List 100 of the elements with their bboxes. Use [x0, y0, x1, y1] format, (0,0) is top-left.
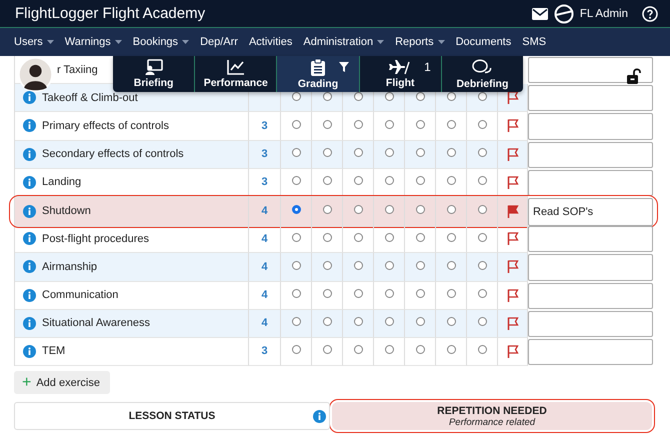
grade-radio[interactable] [354, 232, 362, 242]
grade-radio[interactable] [416, 120, 424, 129]
grade-radio[interactable] [292, 232, 300, 242]
grade-radio[interactable] [446, 205, 456, 214]
grade-radio[interactable] [292, 176, 300, 186]
info-icon[interactable] [23, 260, 36, 274]
grade-radio[interactable] [384, 205, 394, 214]
grade-radio[interactable] [416, 317, 424, 326]
comment-field[interactable] [528, 142, 653, 168]
grade-radio[interactable] [478, 176, 486, 186]
grade-radio[interactable] [446, 232, 456, 242]
nav-item[interactable]: Documents [456, 36, 512, 48]
grade-radio[interactable] [416, 260, 424, 270]
comment-field[interactable] [528, 254, 653, 280]
grade-radio[interactable] [322, 148, 332, 158]
grade-radio[interactable] [416, 289, 424, 298]
tab[interactable]: Briefing [113, 56, 196, 92]
comment-field[interactable] [528, 338, 653, 366]
grade-radio[interactable] [292, 317, 300, 326]
grade-radio[interactable] [478, 317, 486, 326]
grade-radio[interactable] [354, 176, 362, 186]
comment-field[interactable] [528, 113, 653, 140]
grade-radio[interactable] [354, 120, 362, 129]
grade-radio[interactable] [416, 148, 424, 158]
comment-field[interactable] [528, 226, 653, 252]
comment-field[interactable] [528, 310, 653, 337]
info-icon[interactable] [23, 344, 36, 358]
grade-radio[interactable] [384, 260, 394, 270]
nav-item[interactable]: Reports [395, 36, 445, 48]
grade-radio[interactable] [322, 205, 332, 214]
info-icon[interactable] [23, 148, 36, 161]
grade-radio[interactable] [292, 205, 300, 214]
nav-item[interactable]: Bookings [132, 36, 190, 48]
info-icon[interactable] [23, 316, 36, 330]
grade-radio[interactable] [292, 289, 300, 298]
comment-field[interactable] [528, 85, 653, 112]
grade-radio[interactable] [478, 148, 486, 158]
info-icon[interactable] [23, 176, 36, 189]
grade-radio[interactable] [322, 345, 332, 354]
grade-radio[interactable] [322, 317, 332, 326]
user-name[interactable]: FL Admin [580, 8, 628, 20]
comment-field[interactable] [528, 282, 653, 309]
tab[interactable]: Flight 1 [360, 56, 442, 92]
info-icon[interactable] [23, 91, 36, 104]
grade-radio[interactable] [446, 260, 456, 270]
grade-radio[interactable] [416, 205, 424, 214]
mail-icon[interactable] [532, 8, 548, 20]
grade-radio[interactable] [384, 289, 394, 298]
logo-icon[interactable] [554, 4, 574, 24]
grade-radio[interactable] [322, 176, 332, 186]
grade-radio[interactable] [384, 345, 394, 354]
comment-field[interactable]: Read SOP's [528, 198, 653, 226]
grade-radio[interactable] [446, 289, 456, 298]
grade-radio[interactable] [292, 120, 300, 129]
tab[interactable]: Debriefing [442, 56, 524, 92]
nav-item[interactable]: Users [14, 36, 54, 48]
grade-radio[interactable] [478, 205, 486, 214]
grade-radio[interactable] [446, 148, 456, 158]
grade-radio[interactable] [292, 345, 300, 354]
grade-radio[interactable] [416, 176, 424, 186]
grade-radio[interactable] [322, 232, 332, 242]
status-badge[interactable]: REPETITION NEEDED Performance related [332, 402, 652, 430]
grade-radio[interactable] [446, 176, 456, 186]
grade-radio[interactable] [322, 120, 332, 129]
grade-radio[interactable] [384, 120, 394, 129]
grade-radio[interactable] [416, 232, 424, 242]
grade-radio[interactable] [478, 232, 486, 242]
grade-radio[interactable] [354, 289, 362, 298]
info-icon[interactable] [23, 204, 36, 218]
grade-radio[interactable] [384, 176, 394, 186]
add-exercise-button[interactable]: + Add exercise [14, 371, 110, 394]
grade-radio[interactable] [292, 148, 300, 158]
grade-radio[interactable] [354, 148, 362, 158]
grade-radio[interactable] [354, 260, 362, 270]
grade-radio[interactable] [478, 289, 486, 298]
grade-radio[interactable] [322, 289, 332, 298]
filter-icon[interactable] [338, 62, 349, 72]
nav-item[interactable]: SMS [522, 36, 546, 48]
comment-field[interactable] [528, 170, 653, 196]
grade-radio[interactable] [478, 345, 486, 354]
unlocked-padlock-icon[interactable] [627, 68, 642, 84]
info-icon[interactable] [23, 288, 36, 302]
nav-item[interactable]: Dep/Arr [200, 36, 238, 48]
info-icon[interactable] [23, 119, 36, 132]
help-icon[interactable] [642, 6, 658, 22]
info-icon[interactable] [313, 410, 326, 424]
grade-radio[interactable] [322, 260, 332, 270]
grade-radio[interactable] [354, 345, 362, 354]
grade-radio[interactable] [384, 232, 394, 242]
grade-radio[interactable] [446, 120, 456, 129]
nav-item[interactable]: Administration [303, 36, 384, 48]
grade-radio[interactable] [416, 345, 424, 354]
info-icon[interactable] [23, 232, 36, 246]
grade-radio[interactable] [478, 120, 486, 129]
comment-field[interactable] [528, 57, 653, 84]
grade-radio[interactable] [446, 345, 456, 354]
grade-radio[interactable] [354, 317, 362, 326]
grade-radio[interactable] [478, 260, 486, 270]
nav-item[interactable]: Activities [248, 36, 292, 48]
tab[interactable]: Grading [277, 56, 360, 92]
